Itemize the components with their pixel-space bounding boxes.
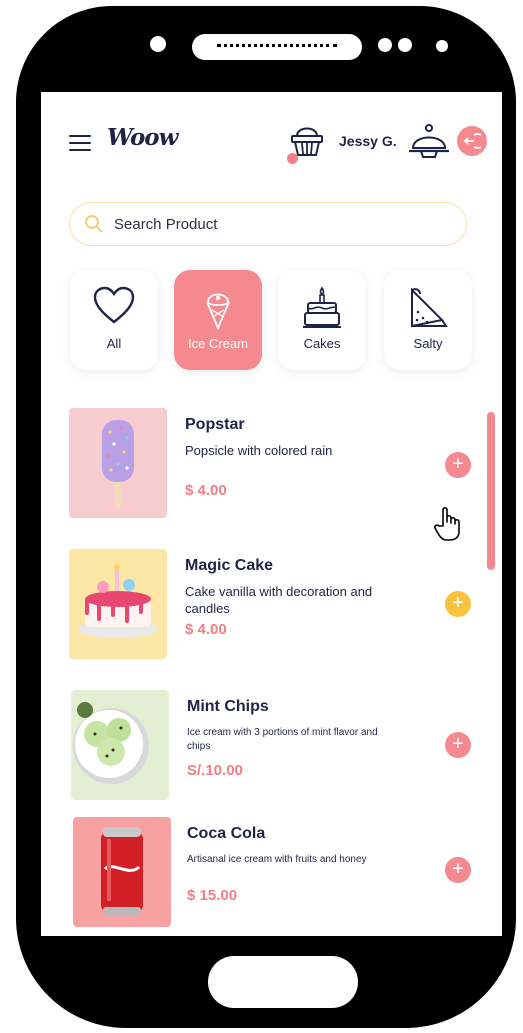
add-to-cart-button[interactable]: + [445,857,471,883]
category-label: All [106,336,122,351]
product-item[interactable]: Magic Cake Cake vanilla with decoration … [69,549,479,661]
product-image [73,817,171,927]
front-camera [150,36,166,52]
category-label: Cakes [303,336,341,351]
product-name: Magic Cake [185,557,274,574]
category-salty[interactable]: Salty [384,270,472,370]
add-to-cart-button[interactable]: + [445,732,471,758]
app-screen: Woow Jessy G. Search Product All Ice Cre… [41,92,502,936]
sensor-dot [398,38,412,52]
product-price: S/.10.00 [187,762,243,779]
category-label: Salty [413,336,443,351]
product-item[interactable]: Popstar Popsicle with colored rain $ 4.0… [69,408,479,520]
product-item[interactable]: Mint Chips Ice cream with 3 portions of … [69,690,479,802]
home-button[interactable] [208,956,358,1008]
add-to-cart-button[interactable]: + [445,591,471,617]
sensor-dot [436,40,448,52]
category-label: Ice Cream [188,336,248,351]
category-cakes[interactable]: Cakes [278,270,366,370]
product-name: Mint Chips [187,698,269,715]
product-price: $ 15.00 [187,887,238,904]
app-logo: Woow [107,124,178,151]
product-description: Artisanal ice cream with fruits and hone… [187,854,367,865]
product-image [71,690,169,800]
ice-cream-cone-icon [206,293,230,330]
search-placeholder: Search Product [114,215,218,233]
username-label: Jessy G. [339,133,397,149]
cake-icon [303,286,341,328]
logout-button[interactable] [457,126,487,156]
hand-pointer-icon [434,506,460,541]
search-input[interactable]: Search Product [69,202,467,246]
product-name: Popstar [185,416,245,433]
cart-badge [287,153,298,164]
product-description: Ice cream with 3 portions of mint flavor… [187,727,378,752]
category-ice-cream[interactable]: Ice Cream [174,270,262,370]
scrollbar[interactable] [487,412,495,570]
sandwich-icon [411,287,448,328]
product-price: $ 4.00 [185,482,227,499]
cloche-icon[interactable] [407,120,451,160]
heart-icon [93,286,135,324]
product-description: Cake vanilla with decoration and candles [185,584,373,616]
product-image [69,408,167,518]
product-name: Coca Cola [187,825,266,842]
hamburger-menu-icon[interactable] [69,135,91,156]
speaker-grille [192,34,362,60]
product-item[interactable]: Coca Cola Artisanal ice cream with fruit… [69,817,479,929]
category-all[interactable]: All [70,270,158,370]
product-image [69,549,167,659]
add-to-cart-button[interactable]: + [445,452,471,478]
logout-icon [463,133,481,149]
search-icon [85,215,103,233]
product-price: $ 4.00 [185,621,227,638]
product-description: Popsicle with colored rain [185,443,333,458]
sensor-dot [378,38,392,52]
